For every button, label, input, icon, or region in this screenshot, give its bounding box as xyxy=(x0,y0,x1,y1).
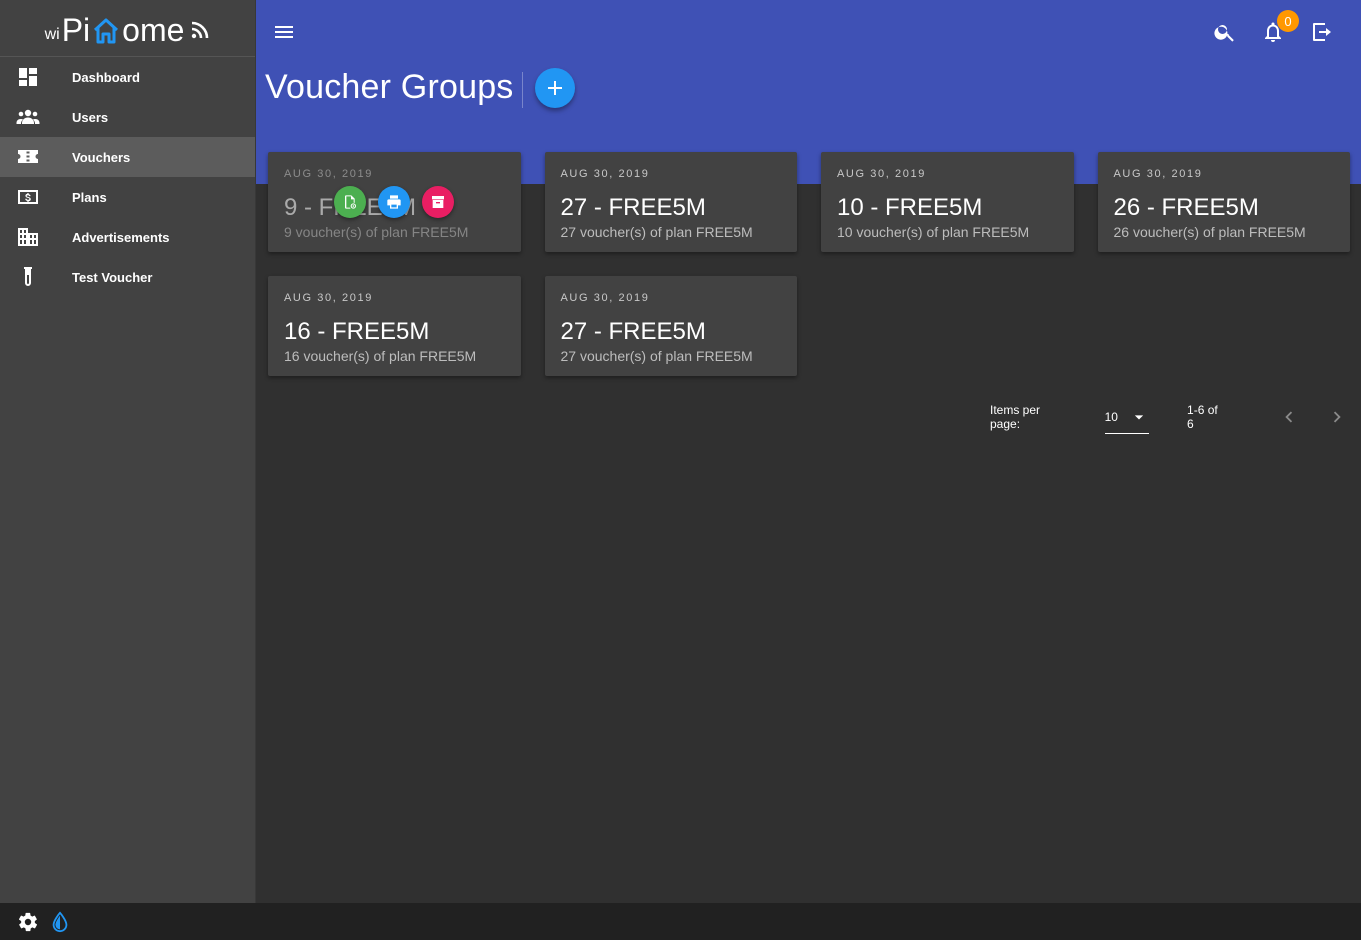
sidebar-item-vouchers[interactable]: Vouchers xyxy=(0,137,255,177)
card-title: 27 - FREE5M xyxy=(560,318,706,345)
sidebar-item-label: Vouchers xyxy=(72,149,131,165)
next-page-button[interactable] xyxy=(1313,400,1361,434)
voucher-group-card[interactable]: AUG 30, 2019 27 - FREE5M 27 voucher(s) o… xyxy=(544,152,797,252)
card-date: AUG 30, 2019 xyxy=(837,168,926,180)
voucher-group-card[interactable]: AUG 30, 2019 16 - FREE5M 16 voucher(s) o… xyxy=(268,276,521,376)
voucher-group-grid: AUG 30, 2019 9 - FREE5M 9 voucher(s) of … xyxy=(268,152,1350,376)
card-title: 27 - FREE5M xyxy=(560,194,706,221)
sidebar-item-label: Advertisements xyxy=(72,229,170,245)
pagination: Items per page: 10 1-6 of 6 xyxy=(990,400,1361,434)
sidebar-item-label: Dashboard xyxy=(72,69,140,85)
add-voucher-group-button[interactable] xyxy=(535,68,575,108)
items-per-page-value: 10 xyxy=(1104,409,1118,424)
dashboard-icon xyxy=(0,65,56,89)
previous-page-button[interactable] xyxy=(1264,400,1312,434)
test-tube-icon xyxy=(0,265,56,289)
file-view-icon xyxy=(345,195,357,209)
logout-button[interactable] xyxy=(1297,18,1345,46)
plus-icon xyxy=(548,81,562,95)
header-actions: 0 xyxy=(1201,10,1345,46)
card-date: AUG 30, 2019 xyxy=(284,292,373,304)
buildings-icon xyxy=(0,225,56,249)
dropdown-arrow-icon xyxy=(1134,414,1144,419)
sidebar-item-dashboard[interactable]: Dashboard xyxy=(0,57,255,97)
ticket-icon xyxy=(0,145,56,169)
notifications-button[interactable]: 0 xyxy=(1249,10,1299,46)
card-title: 26 - FREE5M xyxy=(1113,194,1259,221)
sidebar-item-label: Test Voucher xyxy=(72,269,153,285)
chevron-left-icon xyxy=(1284,411,1292,423)
card-subtitle: 10 voucher(s) of plan FREE5M xyxy=(837,224,1030,240)
voucher-group-card[interactable]: AUG 30, 2019 10 - FREE5M 10 voucher(s) o… xyxy=(821,152,1074,252)
notification-badge: 0 xyxy=(1277,10,1299,32)
title-divider xyxy=(522,72,523,108)
chevron-right-icon xyxy=(1333,411,1341,423)
card-title: 16 - FREE5M xyxy=(284,318,430,345)
rss-icon xyxy=(192,21,209,39)
archive-button[interactable] xyxy=(422,186,454,218)
card-subtitle: 26 voucher(s) of plan FREE5M xyxy=(1113,224,1306,240)
print-button[interactable] xyxy=(378,186,410,218)
pagination-range: 1-6 of 6 xyxy=(1187,403,1218,431)
card-date: AUG 30, 2019 xyxy=(560,168,650,180)
card-actions xyxy=(334,186,454,218)
sidebar: wi Pi ome Dashboard Users Vouchers Plans… xyxy=(0,0,256,903)
logo-part1: Pi xyxy=(61,12,91,48)
items-per-page-label: Items per page: xyxy=(990,403,1041,431)
card-date: AUG 30, 2019 xyxy=(1113,168,1203,180)
sidebar-item-plans[interactable]: Plans xyxy=(0,177,255,217)
logo-part2: ome xyxy=(122,12,185,48)
sidebar-item-label: Users xyxy=(72,109,109,125)
logo-prefix: wi xyxy=(44,26,60,43)
bottom-bar xyxy=(0,903,1361,940)
logout-icon xyxy=(1313,23,1331,41)
items-per-page-select[interactable]: 10 xyxy=(1104,400,1150,434)
card-subtitle: 16 voucher(s) of plan FREE5M xyxy=(284,348,477,364)
card-date: AUG 30, 2019 xyxy=(284,168,373,180)
search-button[interactable] xyxy=(1201,18,1249,46)
page-title: Voucher Groups xyxy=(265,68,514,106)
app-logo[interactable]: wi Pi ome xyxy=(0,0,255,57)
menu-icon[interactable] xyxy=(272,20,296,44)
card-subtitle: 9 voucher(s) of plan FREE5M xyxy=(284,224,469,240)
archive-icon xyxy=(432,196,444,208)
sidebar-item-label: Plans xyxy=(72,189,107,205)
card-subtitle: 27 voucher(s) of plan FREE5M xyxy=(560,224,753,240)
card-subtitle: 27 voucher(s) of plan FREE5M xyxy=(560,348,753,364)
plan-dollar-icon xyxy=(0,185,56,209)
theme-drop-icon[interactable] xyxy=(49,910,71,933)
print-icon xyxy=(387,195,401,209)
voucher-group-card[interactable]: AUG 30, 2019 9 - FREE5M 9 voucher(s) of … xyxy=(268,152,521,252)
sidebar-item-advertisements[interactable]: Advertisements xyxy=(0,217,255,257)
card-date: AUG 30, 2019 xyxy=(560,292,650,304)
card-title: 10 - FREE5M xyxy=(837,194,983,221)
search-icon xyxy=(1214,25,1234,42)
sidebar-item-test-voucher[interactable]: Test Voucher xyxy=(0,257,255,297)
settings-gear-icon[interactable] xyxy=(17,911,39,933)
voucher-group-card[interactable]: AUG 30, 2019 27 - FREE5M 27 voucher(s) o… xyxy=(544,276,797,376)
users-icon xyxy=(0,105,56,129)
view-vouchers-button[interactable] xyxy=(334,186,366,218)
sidebar-item-users[interactable]: Users xyxy=(0,97,255,137)
house-icon xyxy=(94,18,119,44)
voucher-group-card[interactable]: AUG 30, 2019 26 - FREE5M 26 voucher(s) o… xyxy=(1097,152,1350,252)
